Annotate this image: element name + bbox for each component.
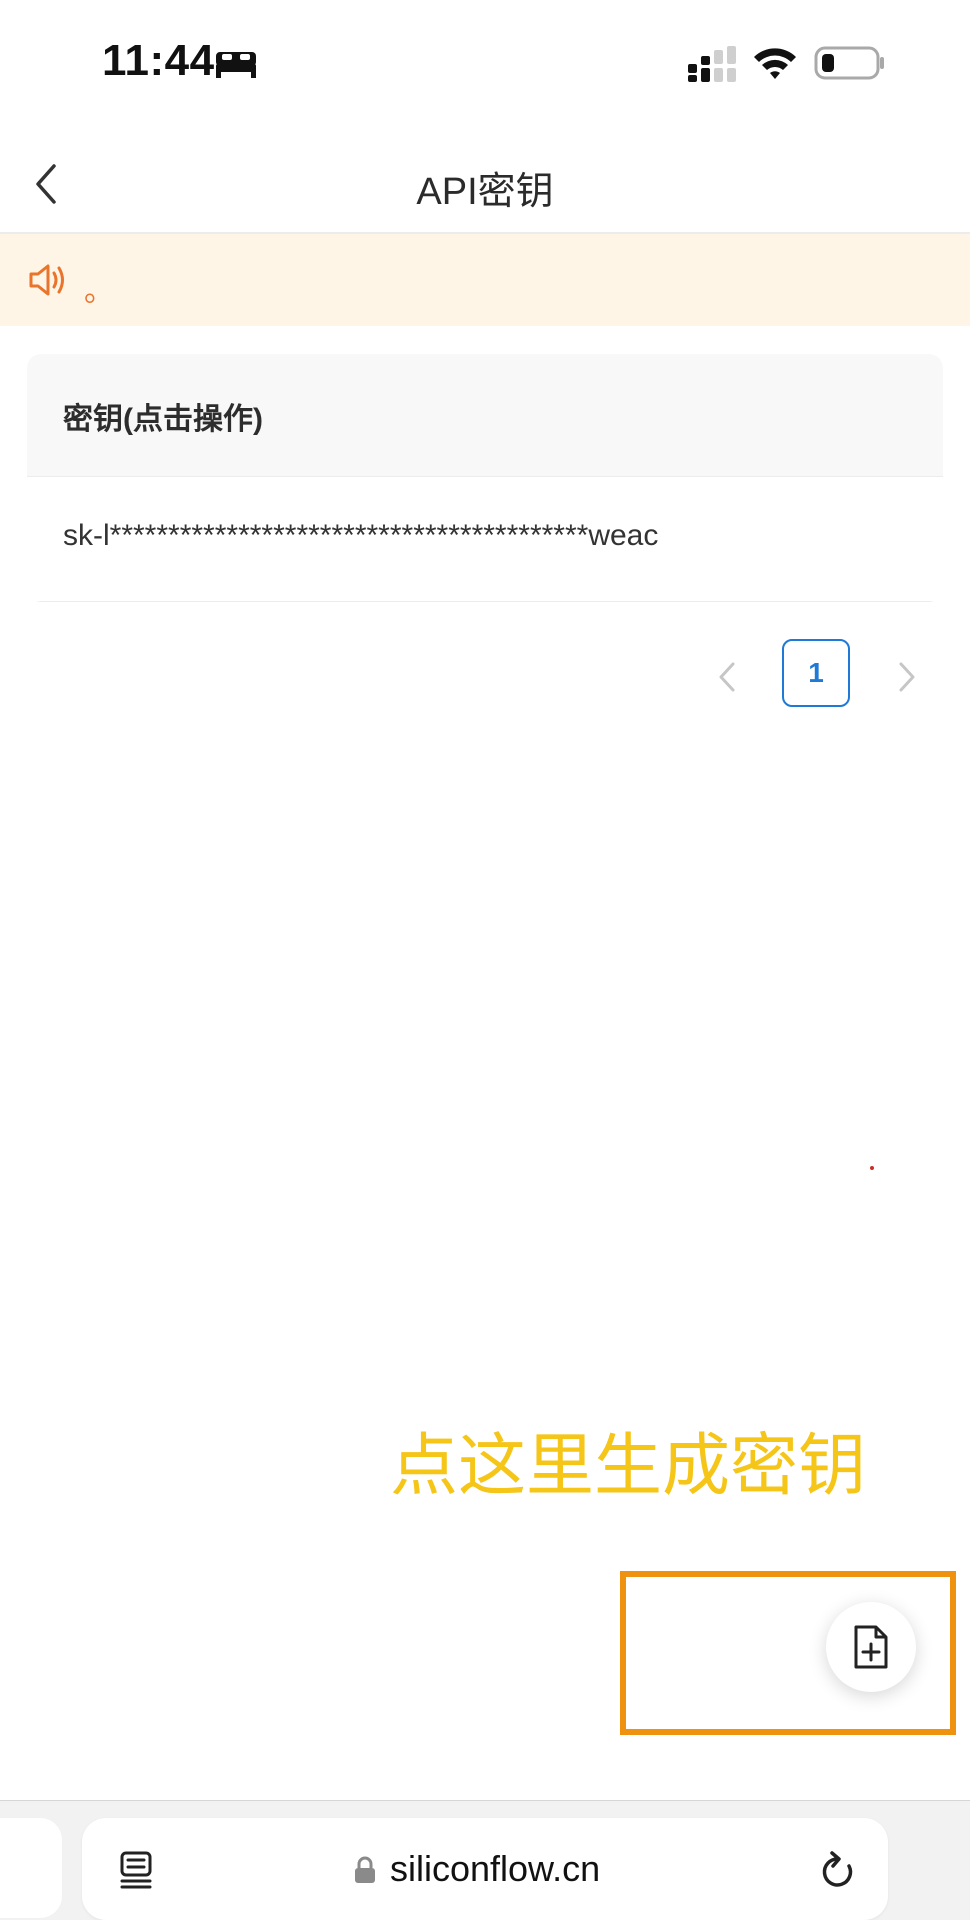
api-key-value: sk-l************************************… bbox=[63, 519, 659, 552]
pagination-page-button[interactable]: 1 bbox=[782, 639, 850, 707]
reader-icon[interactable] bbox=[118, 1850, 156, 1890]
status-time: 11:44 bbox=[102, 36, 215, 85]
bed-icon bbox=[216, 52, 256, 78]
notice-bar bbox=[0, 234, 970, 326]
speaker-icon bbox=[29, 264, 64, 296]
cellular-signal-icon bbox=[688, 46, 736, 82]
url-text: siliconflow.cn bbox=[390, 1848, 601, 1889]
previous-tab-peek[interactable] bbox=[0, 1818, 62, 1918]
annotation-text: 点这里生成密钥 bbox=[390, 1427, 867, 1506]
api-key-table: 密钥(点击操作) sk-l***************************… bbox=[27, 354, 943, 602]
battery-icon bbox=[814, 46, 884, 80]
table-header: 密钥(点击操作) bbox=[27, 354, 943, 477]
table-row[interactable]: sk-l************************************… bbox=[27, 477, 943, 602]
new-document-plus-icon bbox=[854, 1625, 888, 1669]
reload-icon[interactable] bbox=[818, 1850, 858, 1892]
pagination-next-icon[interactable] bbox=[892, 658, 922, 696]
page-title: API密钥 bbox=[416, 171, 554, 213]
notice-text: 。 bbox=[84, 275, 114, 308]
create-key-button[interactable] bbox=[826, 1602, 916, 1692]
pagination-prev-icon[interactable] bbox=[712, 658, 742, 696]
table-header-label: 密钥(点击操作) bbox=[63, 403, 263, 436]
stray-dot bbox=[870, 1166, 874, 1170]
wifi-icon bbox=[754, 48, 796, 79]
lock-icon bbox=[355, 1856, 375, 1883]
